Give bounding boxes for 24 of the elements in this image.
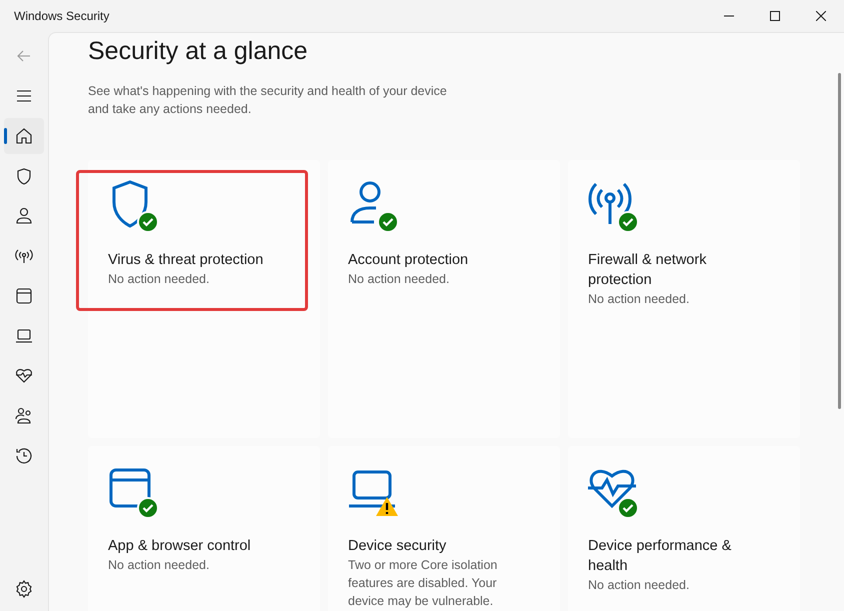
person-icon — [14, 206, 34, 226]
close-icon — [816, 11, 826, 21]
page-title: Security at a glance — [88, 37, 309, 66]
home-icon — [14, 126, 34, 146]
card-title: Device security — [348, 537, 448, 556]
scrollbar[interactable] — [838, 73, 841, 409]
card-title: Account protection — [348, 251, 470, 270]
card-status: No action needed. — [108, 271, 210, 288]
card-title: Device performance & health — [588, 537, 732, 576]
maximize-icon — [770, 11, 780, 21]
card-status: No action needed. — [588, 577, 690, 594]
nav-item[interactable] — [4, 118, 44, 154]
card-status: No action needed. — [588, 291, 690, 308]
card-status: No action needed. — [348, 271, 450, 288]
browser-window-icon — [14, 286, 34, 306]
card-status: No action needed. — [108, 557, 210, 574]
window-title: Windows Security — [14, 9, 110, 23]
card-title: App & browser control — [108, 537, 252, 556]
card-title: Firewall & network protection — [588, 251, 708, 290]
history-icon — [14, 446, 34, 466]
page-description: See what's happening with the security and health of your device and take any actions needed. — [88, 83, 448, 118]
settings-icon — [14, 579, 34, 599]
card-status: Two or more Core isolation features are disabled. Your device may be vulnerable. — [348, 557, 498, 610]
card-title: Virus & threat protection — [108, 251, 264, 270]
